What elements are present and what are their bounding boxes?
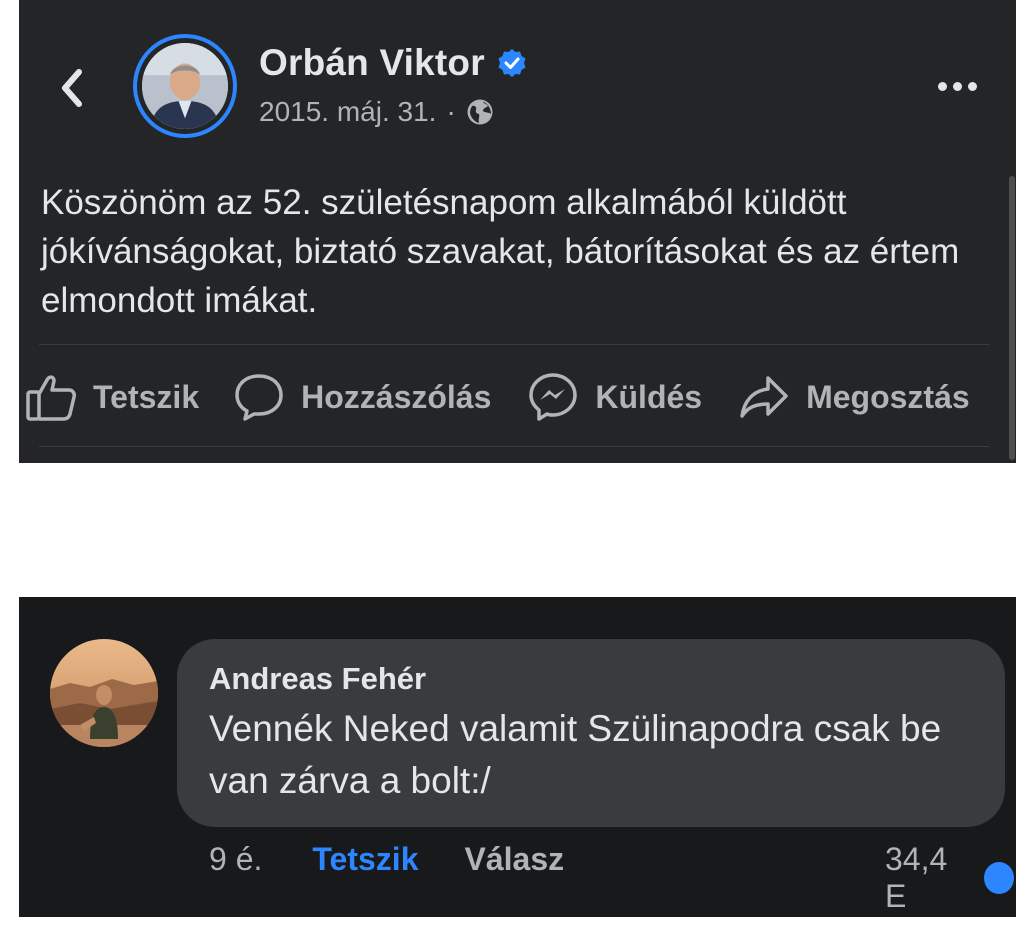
like-label: Tetszik [93, 378, 200, 415]
meta-separator: · [446, 96, 456, 127]
comment-reply-button[interactable]: Válasz [464, 841, 564, 878]
post-actions-bar: Tetszik Hozzászólás Küldés Megosztás [25, 362, 1015, 432]
share-label: Megosztás [806, 378, 970, 415]
more-dot [967, 81, 977, 91]
comment-button[interactable]: Hozzászólás [233, 372, 491, 422]
author-name[interactable]: Orbán Viktor [259, 42, 485, 84]
post-text: Köszönöm az 52. születésnapom alkalmából… [41, 183, 960, 320]
globe-icon [467, 99, 493, 125]
author-avatar[interactable] [133, 34, 237, 138]
commenter-avatar[interactable] [50, 639, 158, 747]
comment-bubble: Andreas Fehér Vennék Neked valamit Szüli… [177, 639, 1005, 827]
like-reaction-icon [981, 860, 1016, 896]
divider [39, 446, 989, 447]
post-date[interactable]: 2015. máj. 31. [259, 96, 436, 128]
reaction-count: 34,4 E [885, 841, 948, 914]
comment-like-button[interactable]: Tetszik [312, 841, 418, 878]
reaction-summary[interactable]: 34,4 E [885, 841, 1016, 915]
more-options-button[interactable] [919, 64, 995, 108]
scrollbar[interactable] [1009, 176, 1015, 460]
comment-panel: Andreas Fehér Vennék Neked valamit Szüli… [19, 597, 1016, 917]
comment-text: Vennék Neked valamit Szülinapodra csak b… [209, 708, 942, 801]
thumbs-up-icon [26, 375, 76, 421]
more-dot [952, 81, 962, 91]
share-arrow-icon [740, 376, 788, 418]
verified-badge-icon [498, 49, 526, 77]
messenger-icon [529, 373, 578, 421]
comment-bubble-icon [235, 374, 283, 421]
comment-time[interactable]: 9 é. [209, 841, 262, 878]
back-button[interactable] [52, 60, 92, 116]
comment-label: Hozzászólás [301, 378, 492, 415]
post-meta: 2015. máj. 31. · [259, 96, 494, 128]
avatar-photo [142, 43, 228, 129]
more-dot [937, 81, 947, 91]
chevron-left-icon [62, 69, 82, 107]
page: Orbán Viktor 2015. máj. 31. · Köszönöm a… [0, 0, 1024, 927]
send-button[interactable]: Küldés [527, 372, 702, 422]
divider [39, 344, 989, 345]
like-button[interactable]: Tetszik [25, 372, 199, 422]
author-name-row: Orbán Viktor [259, 42, 527, 84]
send-label: Küldés [595, 378, 703, 415]
commenter-name[interactable]: Andreas Fehér [209, 661, 426, 697]
post-panel: Orbán Viktor 2015. máj. 31. · Köszönöm a… [19, 0, 1016, 463]
commenter-photo [50, 639, 158, 747]
share-button[interactable]: Megosztás [738, 372, 970, 422]
comment-meta: 9 é. Tetszik Válasz [209, 841, 564, 878]
